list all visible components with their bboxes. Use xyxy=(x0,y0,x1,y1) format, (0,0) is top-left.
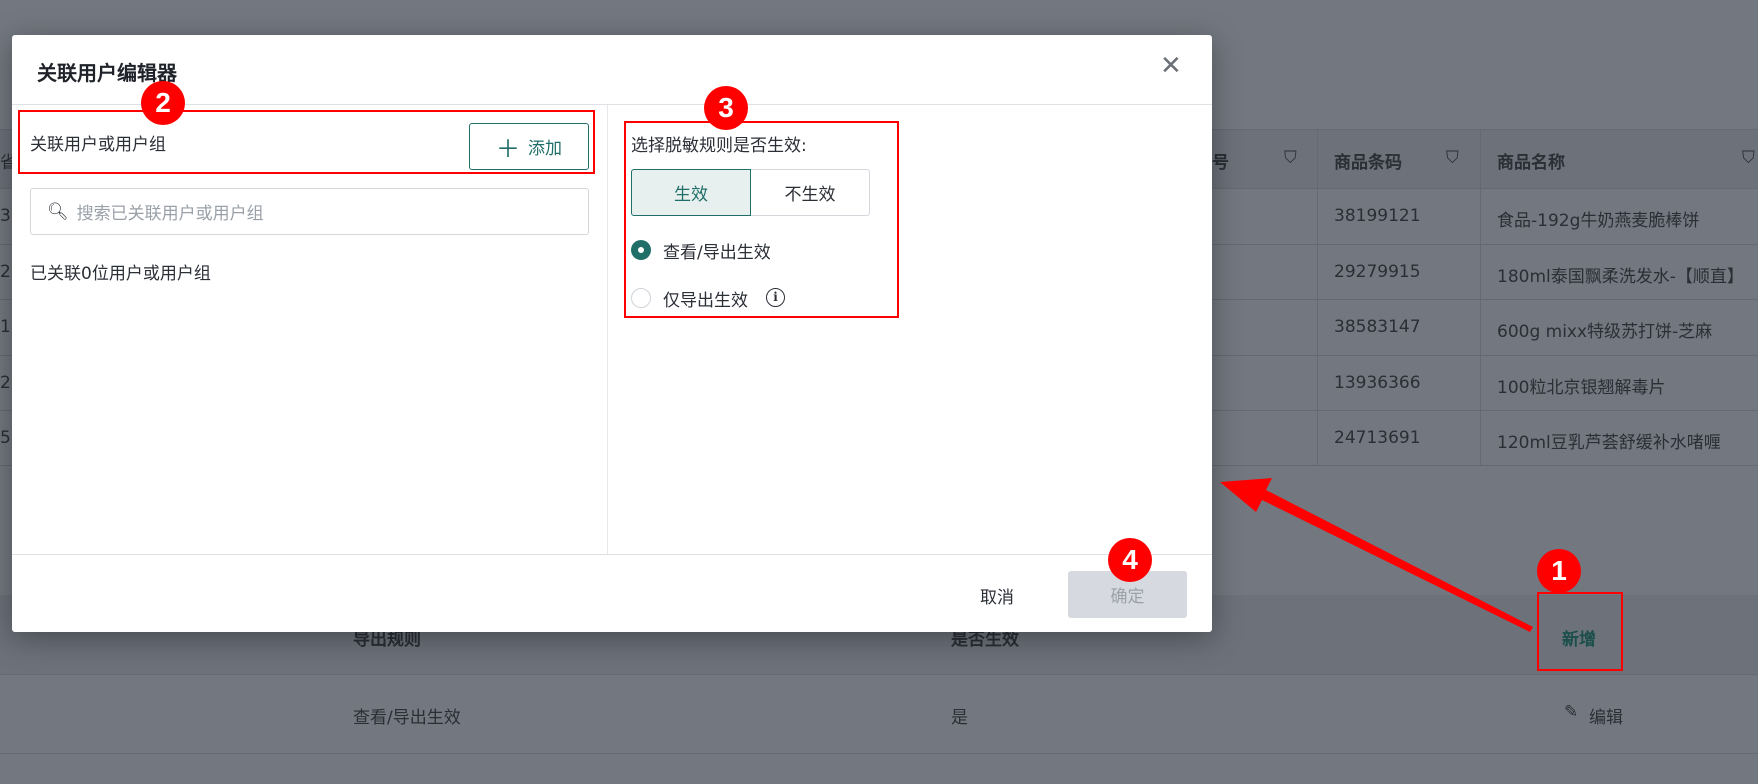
annotation-badge-2: 2 xyxy=(141,81,185,125)
annotation-badge-3: 3 xyxy=(704,86,748,130)
annotation-badge-4: 4 xyxy=(1108,538,1152,582)
annotation-badge-1: 1 xyxy=(1537,549,1581,593)
annotation-arrow xyxy=(1220,478,1533,632)
